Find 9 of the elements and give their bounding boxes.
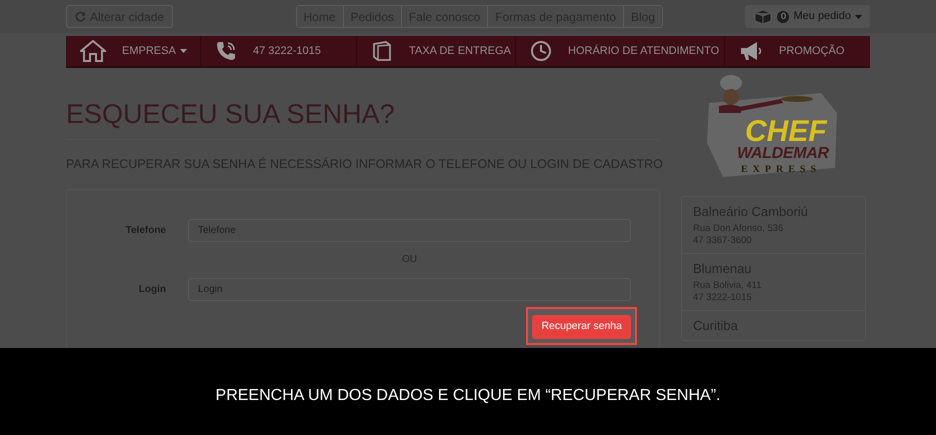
caption-text: PREENCHA UM DOS DADOS E CLIQUE EM “RECUPERAR SENHA”.: [216, 386, 720, 406]
my-order-button[interactable]: 0 Meu pedido: [745, 5, 870, 28]
nav-item[interactable]: PROMOÇÃO: [724, 36, 866, 66]
nav-item[interactable]: HORÁRIO DE ATENDIMENTO: [515, 36, 724, 66]
nav-item[interactable]: 47 3222-1015: [200, 36, 356, 66]
nav-item[interactable]: EMPRESA: [66, 36, 200, 66]
nav-item[interactable]: TAXA DE ENTREGA: [356, 36, 515, 66]
count-badge: 0: [777, 10, 790, 22]
recover-password-button[interactable]: Recuperar senha: [532, 314, 631, 339]
